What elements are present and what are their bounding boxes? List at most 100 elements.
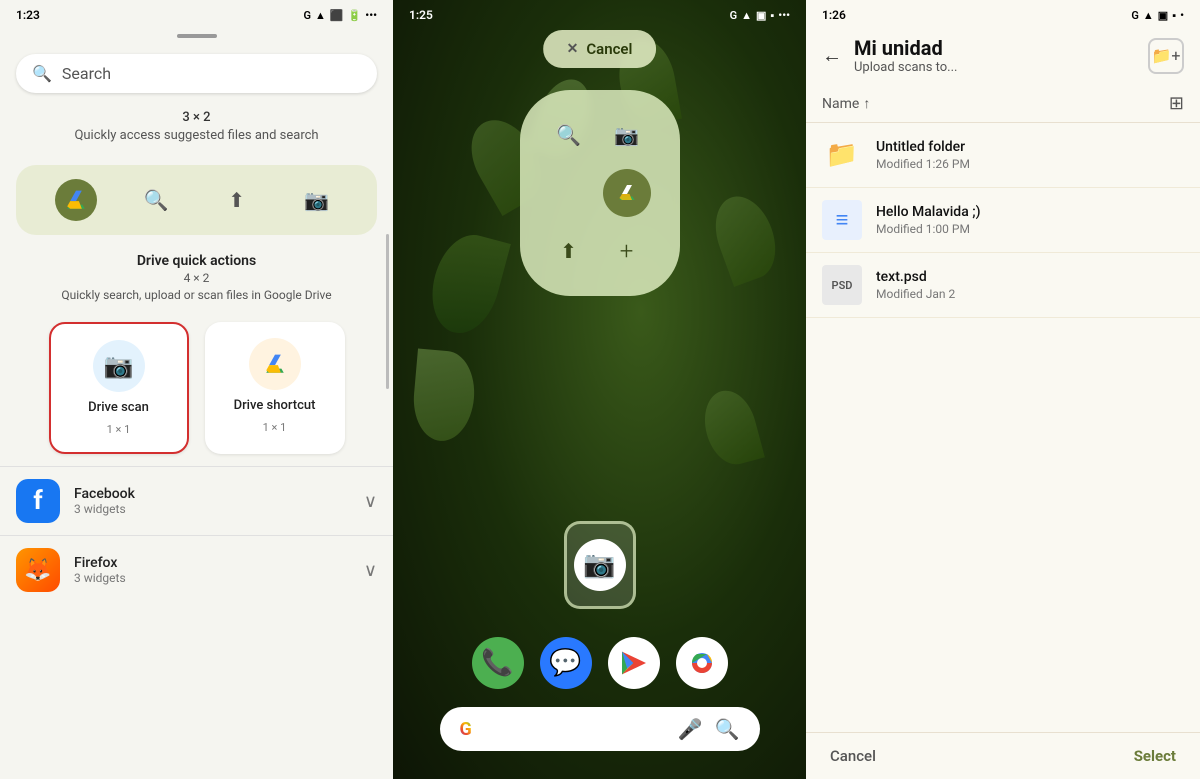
cancel-button[interactable]: ✕ Cancel	[543, 30, 657, 68]
drive-title-section: Mi unidad Upload scans to...	[854, 36, 1136, 75]
widget-3x2-desc-text: Quickly access suggested files and searc…	[16, 127, 377, 145]
quick-actions-widget-preview: 🔍 ⬆ 📷	[16, 165, 377, 235]
drive-shortcut-size: 1 × 1	[263, 421, 287, 434]
drive-logo-icon	[62, 186, 90, 214]
lens-icon[interactable]: 🔍	[715, 717, 740, 741]
wifi-icon-1: ⬛	[330, 9, 344, 22]
file-item-hello-malavida[interactable]: ≡ Hello Malavida ;) Modified 1:00 PM	[806, 188, 1200, 253]
quick-actions-radial-menu[interactable]: 🔍 📷 ⬆ +	[520, 90, 680, 296]
quick-menu-search-btn[interactable]: 🔍	[547, 113, 591, 157]
camera-action-icon: 📷	[296, 179, 338, 221]
camera-widget-btn[interactable]: 📷	[574, 539, 626, 591]
file-info-hello-malavida: Hello Malavida ;) Modified 1:00 PM	[876, 204, 1184, 236]
cancel-upload-button[interactable]: Cancel	[830, 747, 876, 765]
battery-icon-2: ▪	[770, 9, 774, 22]
file-name-text-psd: text.psd	[876, 269, 1184, 285]
dock-messages-icon[interactable]: 💬	[540, 637, 592, 689]
play-store-svg	[618, 647, 650, 679]
battery-icon-3: ▪	[1172, 9, 1176, 22]
facebook-widgets-count: 3 widgets	[74, 502, 350, 516]
wallpaper-bg: 1:25 G ▲ ▣ ▪ ••• ✕ Cancel 🔍 📷	[393, 0, 806, 779]
upload-action-icon: ⬆	[216, 179, 258, 221]
file-item-untitled-folder[interactable]: 📁 Untitled folder Modified 1:26 PM	[806, 123, 1200, 188]
status-bar-2: 1:25 G ▲ ▣ ▪ •••	[393, 0, 806, 26]
sort-bar: Name ↑ ⊞	[806, 85, 1200, 123]
drive-header: ← Mi unidad Upload scans to... 📁+	[806, 26, 1200, 85]
search-action-icon: 🔍	[135, 179, 177, 221]
drive-scan-size: 1 × 1	[107, 423, 131, 436]
drive-action-btn	[55, 179, 97, 221]
drive-quick-title: Drive quick actions	[16, 253, 377, 269]
panel-home-screen: 1:25 G ▲ ▣ ▪ ••• ✕ Cancel 🔍 📷	[393, 0, 806, 779]
file-modified-hello-malavida: Modified 1:00 PM	[876, 222, 1184, 236]
file-modified-text-psd: Modified Jan 2	[876, 287, 1184, 301]
doc-icon-hello-malavida: ≡	[822, 200, 862, 240]
wifi-icon-3: ▣	[1158, 9, 1168, 22]
google-icon-1: G	[304, 9, 312, 22]
new-folder-button[interactable]: 📁+	[1148, 38, 1184, 74]
drive-quick-section: Drive quick actions 4 × 2 Quickly search…	[0, 247, 393, 310]
widget-cards-row: 📷 Drive scan 1 × 1 Drive shortcut 1 × 1	[0, 310, 393, 466]
panel-drive-upload: 1:26 G ▲ ▣ ▪ • ← Mi unidad Upload scans …	[806, 0, 1200, 779]
facebook-app-name: Facebook	[74, 486, 350, 502]
wifi-icon-2: ▣	[756, 9, 766, 22]
google-search-bar[interactable]: G 🎤 🔍	[440, 707, 760, 751]
file-info-untitled: Untitled folder Modified 1:26 PM	[876, 139, 1184, 171]
drive-shortcut-name: Drive shortcut	[234, 398, 316, 413]
facebook-app-section[interactable]: f Facebook 3 widgets ∨	[0, 466, 393, 535]
drive-icon-svg	[615, 181, 639, 205]
drive-title: Mi unidad	[854, 36, 1136, 60]
widget-3x2-size: 3 × 2	[16, 109, 377, 127]
panel-widget-picker: 1:23 G ▲ ⬛ 🔋 ••• 🔍 Search 3 × 2 Quickly …	[0, 0, 393, 779]
app-dock: 📞 💬	[472, 637, 728, 689]
drive-shortcut-icon-bg	[249, 338, 301, 390]
drive-quick-desc: Quickly search, upload or scan files in …	[16, 287, 377, 304]
camera-widget[interactable]: 📷	[564, 521, 636, 609]
sort-direction-icon: ↑	[863, 95, 870, 112]
firefox-chevron-icon: ∨	[364, 560, 377, 581]
quick-menu-plus-btn[interactable]: +	[605, 229, 649, 273]
chrome-svg	[684, 645, 720, 681]
search-bar[interactable]: 🔍 Search	[16, 54, 377, 93]
grid-view-icon[interactable]: ⊞	[1169, 93, 1184, 114]
drive-scan-card[interactable]: 📷 Drive scan 1 × 1	[49, 322, 189, 454]
dock-chrome-icon[interactable]	[676, 637, 728, 689]
status-time-2: 1:25	[409, 8, 433, 22]
file-modified-untitled: Modified 1:26 PM	[876, 157, 1184, 171]
cancel-x-icon: ✕	[567, 41, 579, 57]
file-list: 📁 Untitled folder Modified 1:26 PM ≡ Hel…	[806, 123, 1200, 732]
select-upload-button[interactable]: Select	[1134, 747, 1176, 765]
quick-menu-drive-btn[interactable]	[603, 169, 651, 217]
dock-play-icon[interactable]	[608, 637, 660, 689]
more-dots-1: •••	[365, 9, 377, 22]
sort-name-label[interactable]: Name ↑	[822, 95, 870, 112]
search-icon: 🔍	[32, 64, 52, 83]
status-icons-2: G ▲ ▣ ▪ •••	[730, 9, 790, 22]
status-icons-3: G ▲ ▣ ▪ •	[1131, 9, 1184, 22]
firefox-app-icon: 🦊	[16, 548, 60, 592]
mic-icon[interactable]: 🎤	[678, 717, 703, 741]
drive-subtitle: Upload scans to...	[854, 60, 1136, 75]
new-folder-icon: 📁+	[1152, 46, 1181, 65]
file-item-text-psd[interactable]: PSD text.psd Modified Jan 2	[806, 253, 1200, 318]
more-dots-2: •••	[778, 9, 790, 22]
quick-menu-upload-btn[interactable]: ⬆	[547, 229, 591, 273]
psd-icon-text: PSD	[822, 265, 862, 305]
drive-scan-camera-icon: 📷	[104, 352, 134, 380]
file-name-hello-malavida: Hello Malavida ;)	[876, 204, 1184, 220]
firefox-app-section[interactable]: 🦊 Firefox 3 widgets ∨	[0, 535, 393, 604]
status-icons-1: G ▲ ⬛ 🔋 •••	[304, 9, 378, 22]
drive-shortcut-card[interactable]: Drive shortcut 1 × 1	[205, 322, 345, 454]
facebook-app-icon: f	[16, 479, 60, 523]
folder-icon-untitled: 📁	[822, 135, 862, 175]
dock-phone-icon[interactable]: 📞	[472, 637, 524, 689]
quick-menu-camera-btn[interactable]: 📷	[605, 113, 649, 157]
drag-handle[interactable]	[177, 34, 217, 38]
cancel-label: Cancel	[586, 40, 632, 58]
status-time-1: 1:23	[16, 8, 40, 22]
drive-scan-name: Drive scan	[88, 400, 149, 415]
back-arrow-icon[interactable]: ←	[822, 43, 842, 68]
quick-menu-spacer-left	[547, 171, 591, 215]
drive-shortcut-logo	[261, 350, 289, 378]
firefox-app-info: Firefox 3 widgets	[74, 555, 350, 585]
